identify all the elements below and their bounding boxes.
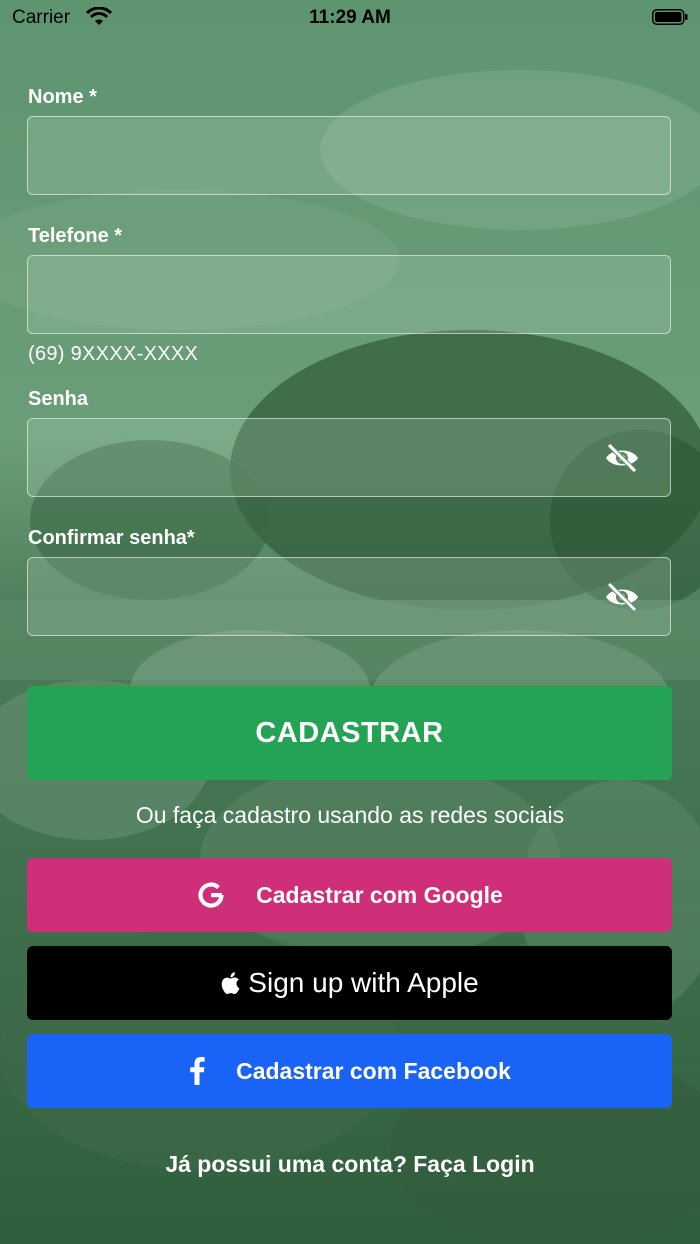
- telefone-label: Telefone *: [28, 225, 123, 247]
- nome-label: Nome *: [28, 86, 97, 108]
- battery-icon: [652, 9, 688, 25]
- cadastrar-button-label: CADASTRAR: [255, 716, 444, 749]
- login-link[interactable]: Já possui uma conta? Faça Login: [0, 1151, 700, 1178]
- status-time: 11:29 AM: [309, 7, 391, 28]
- confirmar-senha-label: Confirmar senha*: [28, 527, 195, 549]
- confirmar-senha-input[interactable]: [28, 558, 620, 634]
- facebook-signup-button[interactable]: Cadastrar com Facebook: [27, 1034, 672, 1108]
- confirmar-senha-field[interactable]: [27, 557, 671, 636]
- nome-field[interactable]: [27, 116, 671, 195]
- signup-screen: Carrier 11:29 AM Nome * Telefone * (69) …: [0, 0, 700, 1244]
- apple-signup-label: Sign up with Apple: [248, 967, 479, 998]
- status-bar: Carrier 11:29 AM: [0, 0, 700, 36]
- senha-input[interactable]: [28, 419, 620, 495]
- senha-field[interactable]: [27, 418, 671, 497]
- google-signup-label: Cadastrar com Google: [256, 881, 503, 908]
- telefone-hint: (69) 9XXXX-XXXX: [28, 343, 199, 365]
- google-g-icon: [198, 882, 224, 908]
- apple-logo-icon: [221, 972, 240, 994]
- telefone-field[interactable]: [27, 255, 671, 334]
- google-signup-button[interactable]: Cadastrar com Google: [27, 858, 672, 932]
- nome-input[interactable]: [28, 117, 620, 193]
- senha-label: Senha: [28, 388, 89, 410]
- apple-signup-button[interactable]: Sign up with Apple: [27, 946, 672, 1020]
- facebook-signup-label: Cadastrar com Facebook: [236, 1057, 511, 1084]
- social-signup-prompt: Ou faça cadastro usando as redes sociais: [135, 802, 565, 828]
- eye-slash-icon[interactable]: [604, 442, 640, 474]
- eye-slash-icon[interactable]: [604, 581, 640, 613]
- telefone-input[interactable]: [28, 256, 620, 332]
- cadastrar-button[interactable]: CADASTRAR: [27, 686, 672, 780]
- facebook-f-icon: [190, 1057, 205, 1085]
